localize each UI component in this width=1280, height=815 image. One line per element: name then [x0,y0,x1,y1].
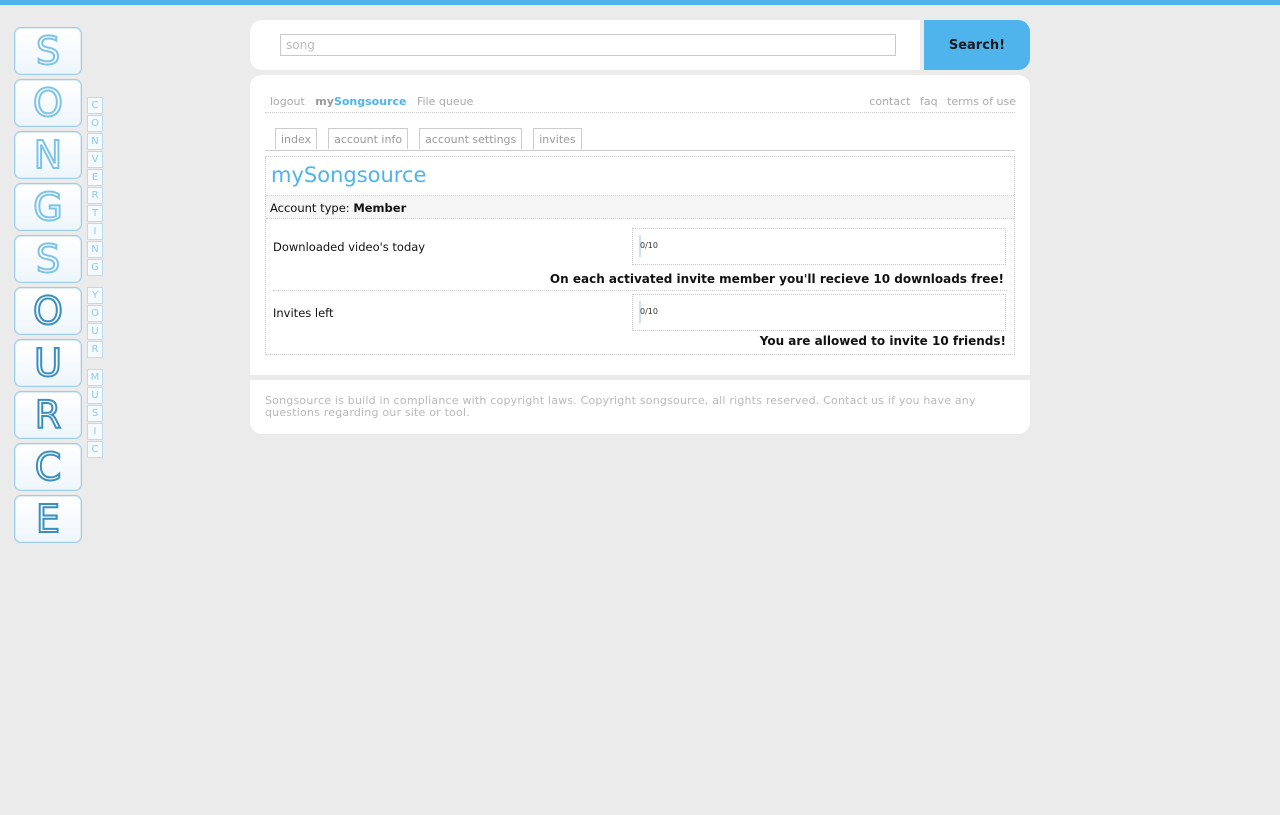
tab-invites[interactable]: invites [533,128,582,149]
nav-divider [265,112,1015,113]
tagline-gap [87,277,103,287]
nav-logout-link[interactable]: logout [270,95,305,108]
nav-file-queue-link[interactable]: File queue [417,95,473,108]
tagline-letter: U [87,323,103,340]
account-type-value: Member [353,201,407,215]
page-title: mySongsource [271,163,427,187]
logo-letter: C [34,445,63,489]
logo-tile: N [14,131,82,179]
logo-tile: O [14,287,82,335]
tagline-letter: N [87,241,103,258]
tagline-letter: N [87,133,103,150]
invites-progress-text: 0/10 [640,307,658,316]
main-panel: logout mySongsource File queue contact f… [250,75,1030,375]
nav-faq-link[interactable]: faq [920,95,938,108]
nav-terms-link[interactable]: terms of use [947,95,1016,108]
tagline-letter: R [87,187,103,204]
logo-letter: E [35,497,61,541]
nav-link-accent: Songsource [333,95,407,108]
content-area: mySongsource Account type: Member Downlo… [265,156,1015,355]
nav-link-prefix: my [315,95,334,108]
site-nav: contact faq terms of use [863,95,1016,108]
logo-tile: O [14,79,82,127]
search-input[interactable]: song [280,34,896,56]
logo-letter: S [35,29,61,73]
tagline-gap [87,359,103,369]
tagline-letter: S [87,405,103,422]
account-type-row: Account type: Member [266,196,1014,219]
tagline-letter: V [87,151,103,168]
logo-letter: O [32,81,64,125]
tagline-letter: T [87,205,103,222]
nav-contact-link[interactable]: contact [869,95,910,108]
logo-letter: U [33,341,63,385]
downloads-note: On each activated invite member you'll r… [549,272,1004,286]
tagline-letter: E [87,169,103,186]
logo-letter: G [32,185,63,229]
tagline-letter: G [87,259,103,276]
tagline-letter: Y [87,287,103,304]
invites-label: Invites left [273,306,334,320]
logo-letter: N [33,133,63,177]
logo-tile: E [14,495,82,543]
downloads-progress-text: 0/10 [640,241,658,250]
logo-tile: S [14,235,82,283]
tagline-letter: I [87,423,103,440]
row-divider [273,290,1007,291]
logo[interactable]: S O N G S O U R C E [14,27,84,547]
footer-text: Songsource is build in compliance with c… [265,394,976,419]
downloads-progress: 0/10 [632,228,1006,265]
top-accent-bar [0,0,1280,5]
search-button[interactable]: Search! [924,20,1030,70]
tagline-letter: O [87,115,103,132]
account-type-label: Account type: Member [270,201,406,215]
nav-mysongsource-link[interactable]: mySongsource [315,95,406,108]
tagline-letter: O [87,305,103,322]
invites-note: You are allowed to invite 10 friends! [759,334,1006,348]
tagline-letter: U [87,387,103,404]
invites-progress: 0/10 [632,294,1006,331]
logo-tile: C [14,443,82,491]
tagline-letter: C [87,441,103,458]
logo-tagline: CONVERTINGYOURMUSIC [87,97,103,459]
logo-tile: U [14,339,82,387]
tab-index[interactable]: index [275,128,318,149]
user-nav: logout mySongsource File queue [270,95,480,108]
tab-account-info[interactable]: account info [328,128,409,149]
logo-tile: G [14,183,82,231]
downloads-label: Downloaded video's today [273,240,426,254]
tagline-letter: M [87,369,103,386]
logo-tile: S [14,27,82,75]
tab-account-settings[interactable]: account settings [419,128,523,149]
logo-letter: S [35,237,61,281]
logo-letter: O [32,289,64,333]
search-bar: song [250,20,920,70]
logo-tile: R [14,391,82,439]
tagline-letter: I [87,223,103,240]
tab-divider [265,150,1015,151]
logo-letter: R [34,393,62,437]
tagline-letter: C [87,97,103,114]
tab-bar: index account info account settings invi… [275,128,593,149]
account-type-label-text: Account type: [270,201,350,215]
tagline-letter: R [87,341,103,358]
footer: Songsource is build in compliance with c… [250,380,1030,434]
